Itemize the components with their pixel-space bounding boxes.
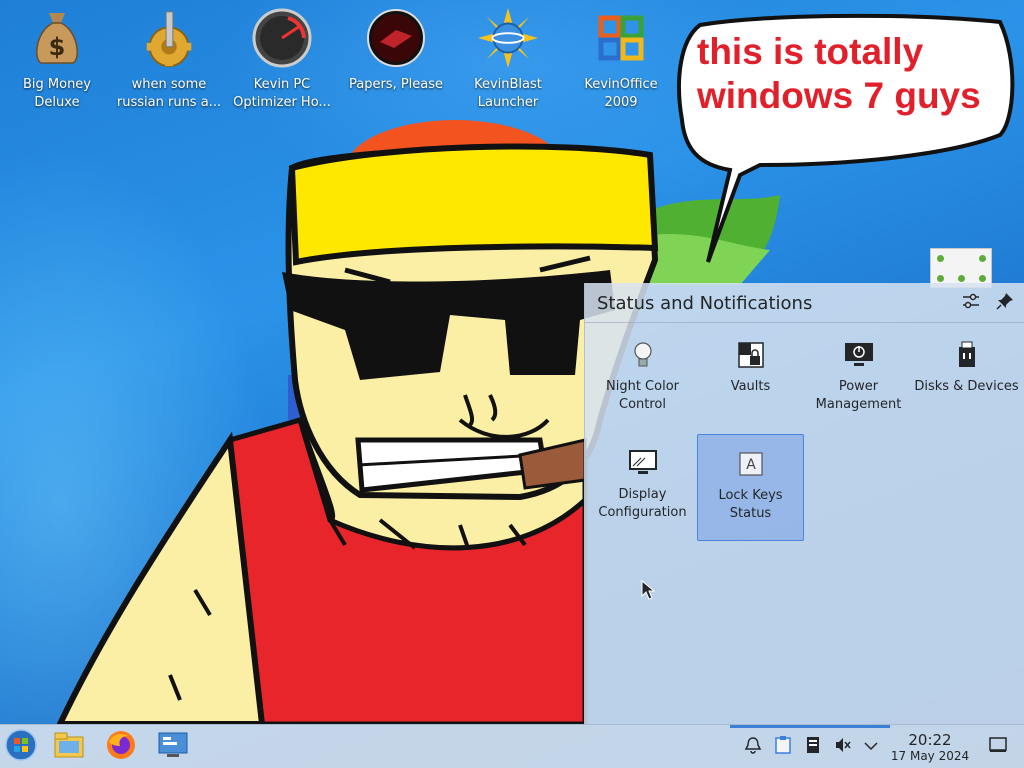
storage-button[interactable]	[803, 737, 823, 757]
desktop-icon-kevin-pc-optimizer[interactable]: Kevin PC Optimizer Ho...	[227, 8, 337, 112]
gear-icon	[139, 8, 199, 68]
tile-label: Disks & Devices	[914, 379, 1019, 394]
desktop-icon-big-money-deluxe[interactable]: $ Big Money Deluxe	[2, 8, 112, 112]
tile-vaults[interactable]: Vaults	[697, 326, 804, 433]
svg-text:$: $	[49, 33, 66, 61]
tile-label: Night Color Control	[606, 379, 679, 412]
money-bag-icon: $	[27, 8, 87, 68]
file-manager-button[interactable]	[52, 731, 86, 763]
storage-icon	[805, 736, 821, 758]
volume-muted-icon	[834, 736, 852, 758]
pin-icon	[996, 292, 1014, 314]
tile-label: Vaults	[730, 379, 771, 394]
mouse-cursor-icon	[641, 580, 655, 600]
file-manager-icon	[53, 731, 85, 763]
show-hidden-icons-button[interactable]	[861, 737, 881, 757]
status-notifications-panel: Status and Notifications Night Color Con…	[584, 283, 1024, 724]
configure-button[interactable]	[960, 292, 982, 314]
vault-lock-icon	[736, 340, 766, 370]
lightbulb-icon	[628, 340, 658, 370]
svg-text:A: A	[746, 457, 756, 473]
firefox-button[interactable]	[104, 731, 138, 763]
system-settings-icon	[157, 731, 189, 763]
usb-drive-icon	[952, 340, 982, 370]
clock-time: 20:22	[908, 731, 952, 749]
tile-power-management[interactable]: Power Management	[805, 326, 912, 433]
display-icon	[628, 448, 658, 478]
notifications-button[interactable]	[743, 737, 763, 757]
desktop-icon-label: Big Money Deluxe	[22, 77, 91, 110]
notifications-bell-icon	[744, 736, 762, 758]
desktop-icon-russian-runs[interactable]: when some russian runs a...	[114, 8, 224, 112]
desktop-icon-label: KevinOffice 2009	[584, 77, 658, 110]
pin-button[interactable]	[994, 292, 1016, 314]
speech-bubble-text: this is totally windows 7 guys	[697, 31, 981, 116]
start-orb-icon	[5, 729, 37, 765]
clipboard-icon	[775, 736, 791, 758]
firefox-icon	[106, 730, 136, 764]
chevron-up-icon	[863, 737, 879, 757]
monitor-power-icon	[844, 340, 874, 370]
speedometer-icon	[252, 8, 312, 68]
desktop-icon-label: Papers, Please	[348, 77, 444, 92]
tile-disks-devices[interactable]: Disks & Devices	[913, 326, 1020, 433]
panel-title: Status and Notifications	[597, 293, 813, 314]
desktop-icon-kevinoffice-2009[interactable]: KevinOffice 2009	[566, 8, 676, 112]
desktop-icon-label: when some russian runs a...	[116, 77, 222, 110]
tile-label: Lock Keys Status	[718, 488, 783, 521]
tile-lock-keys-status[interactable]: A Lock Keys Status	[697, 434, 804, 541]
show-desktop-icon	[989, 737, 1007, 757]
desktop-icon-label: Kevin PC Optimizer Ho...	[233, 77, 331, 110]
panel-header: Status and Notifications	[585, 283, 1024, 323]
clock-date: 17 May 2024	[890, 749, 970, 763]
clipboard-button[interactable]	[773, 736, 793, 758]
system-settings-button[interactable]	[156, 731, 190, 763]
tile-label: Power Management	[815, 379, 902, 412]
volume-button[interactable]	[833, 737, 853, 757]
sliders-icon	[962, 292, 980, 314]
globe-sun-icon	[478, 8, 538, 68]
taskbar: 20:22 17 May 2024	[0, 724, 1024, 768]
lock-keys-icon: A	[736, 449, 766, 479]
tile-label: Display Configuration	[598, 487, 687, 520]
desktop-file-icon[interactable]	[930, 248, 992, 288]
desktop-icon-kevinblast-launcher[interactable]: KevinBlast Launcher	[453, 8, 563, 112]
desktop-icon-papers-please[interactable]: Papers, Please	[341, 8, 451, 94]
tile-display-configuration[interactable]: Display Configuration	[589, 434, 696, 541]
office-logo-icon	[591, 8, 651, 68]
activity-indicator	[730, 725, 890, 728]
papers-please-icon	[366, 8, 426, 68]
tile-night-color-control[interactable]: Night Color Control	[589, 326, 696, 433]
start-button[interactable]	[4, 729, 38, 765]
desktop-icon-label: KevinBlast Launcher	[474, 77, 542, 110]
show-desktop-button[interactable]	[988, 737, 1008, 757]
